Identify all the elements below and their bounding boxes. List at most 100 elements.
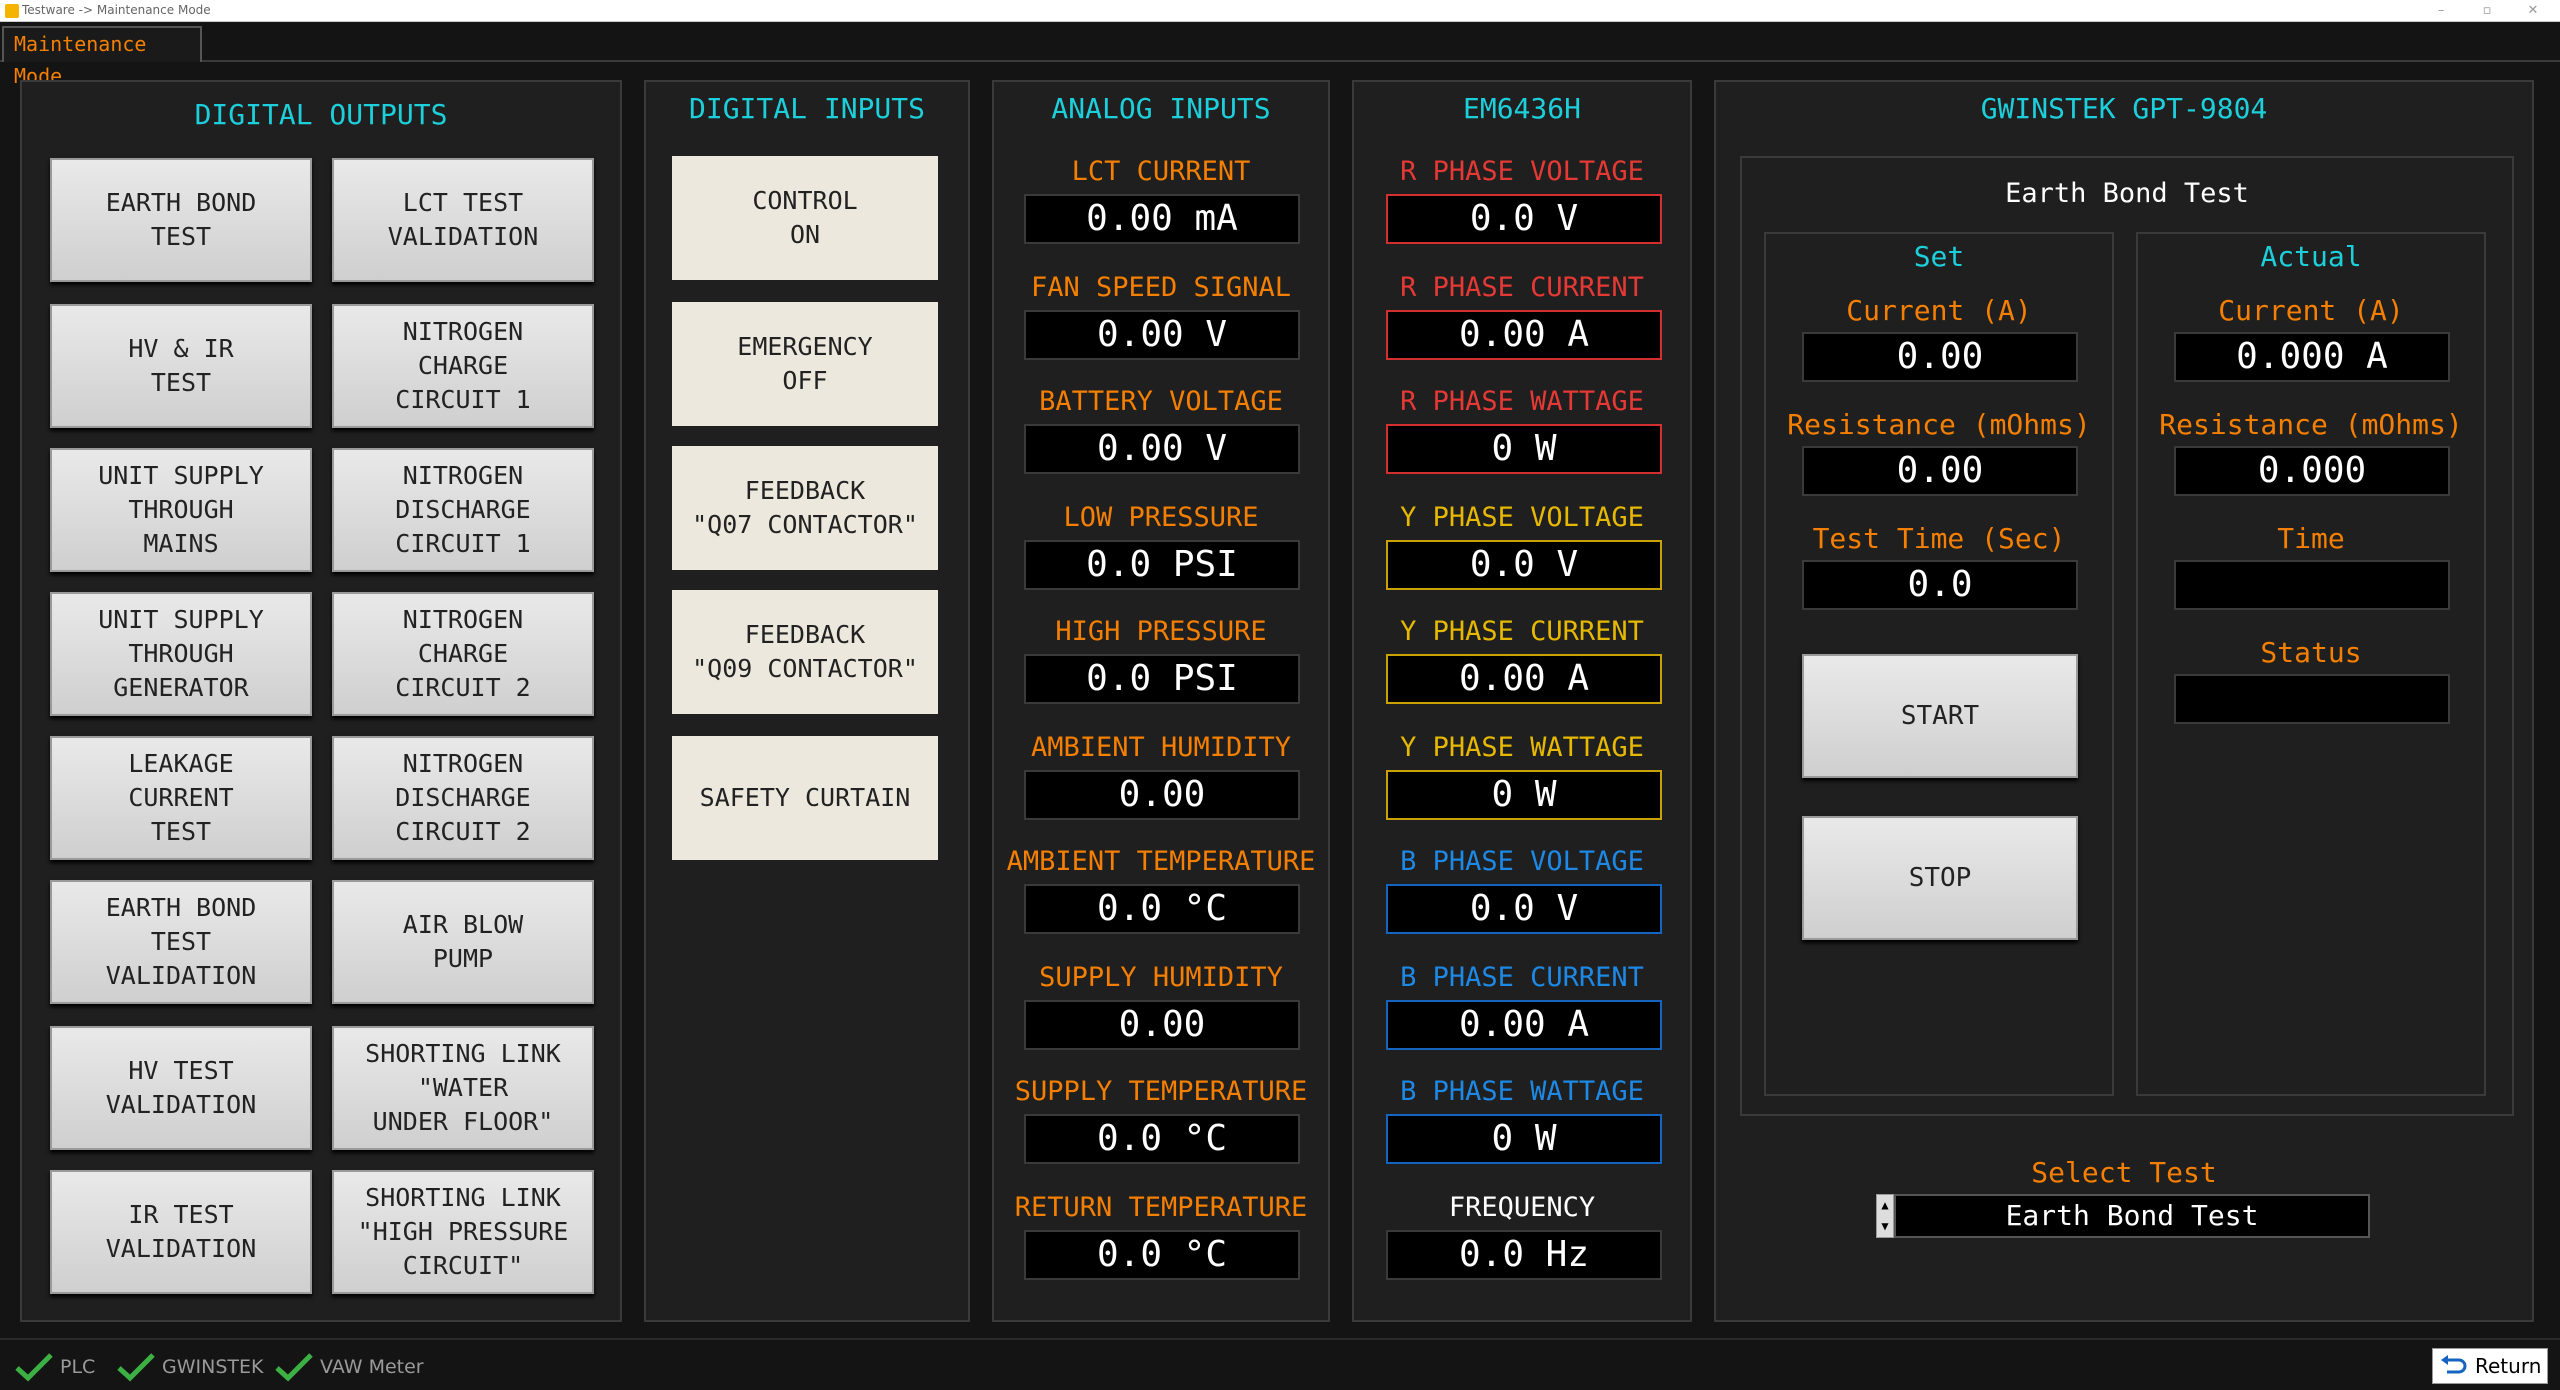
- em-label: B PHASE VOLTAGE: [1400, 846, 1644, 877]
- digital-inputs-title: DIGITAL INPUTS: [688, 92, 925, 125]
- status-plc: PLC: [14, 1352, 95, 1382]
- gwinstek-title: GWINSTEK GPT-9804: [1980, 92, 2268, 125]
- window-title: Testware -> Maintenance Mode: [22, 3, 211, 17]
- actual-resistance-label: Resistance (mOhms): [2159, 408, 2463, 441]
- em-value: 0.00 A: [1386, 654, 1662, 704]
- em-value: 0.0 Hz: [1386, 1230, 1662, 1280]
- ai-label: LCT CURRENT: [1071, 156, 1251, 187]
- analog-inputs-title: ANALOG INPUTS: [1051, 92, 1271, 125]
- spin-down-icon[interactable]: ▼: [1877, 1216, 1893, 1237]
- digital-inputs-panel: DIGITAL INPUTS CONTROL ON EMERGENCY OFF …: [644, 80, 970, 1322]
- set-resistance-value[interactable]: 0.00: [1802, 446, 2078, 496]
- em-value: 0.0 V: [1386, 540, 1662, 590]
- do-button[interactable]: NITROGEN CHARGE CIRCUIT 1: [332, 304, 594, 428]
- di-indicator: CONTROL ON: [672, 156, 938, 280]
- actual-resistance-value: 0.000: [2174, 446, 2450, 496]
- em-label: Y PHASE WATTAGE: [1400, 732, 1644, 763]
- do-button[interactable]: UNIT SUPPLY THROUGH GENERATOR: [50, 592, 312, 716]
- check-icon: [117, 1353, 155, 1382]
- set-current-label: Current (A): [1846, 294, 2032, 327]
- em-label: B PHASE CURRENT: [1400, 962, 1644, 993]
- ai-label: SUPPLY TEMPERATURE: [1014, 1076, 1308, 1107]
- do-button[interactable]: EARTH BOND TEST: [50, 158, 312, 282]
- return-arrow-icon: [2441, 1355, 2467, 1374]
- em-value: 0.0 V: [1386, 884, 1662, 934]
- check-icon: [275, 1353, 313, 1382]
- actual-time-value: [2174, 560, 2450, 610]
- set-time-value[interactable]: 0.0: [1802, 560, 2078, 610]
- actual-current-value: 0.000 A: [2174, 332, 2450, 382]
- do-button[interactable]: NITROGEN DISCHARGE CIRCUIT 2: [332, 736, 594, 860]
- ai-value: 0.00 mA: [1024, 194, 1300, 244]
- spin-up-icon[interactable]: ▲: [1877, 1195, 1893, 1216]
- em-label: R PHASE WATTAGE: [1400, 386, 1644, 417]
- ai-value: 0.00: [1024, 1000, 1300, 1050]
- maximize-button[interactable]: ▫: [2464, 0, 2510, 22]
- di-indicator: FEEDBACK "Q07 CONTACTOR": [672, 446, 938, 570]
- em-label: FREQUENCY: [1448, 1192, 1596, 1223]
- em-label: Y PHASE CURRENT: [1400, 616, 1644, 647]
- set-current-value[interactable]: 0.00: [1802, 332, 2078, 382]
- do-button[interactable]: NITROGEN DISCHARGE CIRCUIT 1: [332, 448, 594, 572]
- ai-value: 0.00: [1024, 770, 1300, 820]
- window-titlebar: Testware -> Maintenance Mode – ▫ ✕: [0, 0, 2560, 22]
- do-button[interactable]: IR TEST VALIDATION: [50, 1170, 312, 1294]
- do-button[interactable]: HV TEST VALIDATION: [50, 1026, 312, 1150]
- em-value: 0.00 A: [1386, 1000, 1662, 1050]
- do-button[interactable]: LEAKAGE CURRENT TEST: [50, 736, 312, 860]
- return-label: Return: [2475, 1354, 2542, 1378]
- digital-outputs-panel: DIGITAL OUTPUTS EARTH BOND TEST HV & IR …: [20, 80, 622, 1322]
- close-button[interactable]: ✕: [2510, 0, 2556, 22]
- ai-label: FAN SPEED SIGNAL: [1030, 272, 1292, 303]
- earth-bond-test-group: Earth Bond Test Set Current (A) 0.00 Res…: [1740, 156, 2514, 1116]
- tab-maintenance-mode[interactable]: Maintenance Mode: [2, 26, 202, 88]
- do-button[interactable]: SHORTING LINK "WATER UNDER FLOOR": [332, 1026, 594, 1150]
- status-label: VAW Meter: [320, 1356, 424, 1378]
- gwinstek-panel: GWINSTEK GPT-9804 Earth Bond Test Set Cu…: [1714, 80, 2534, 1322]
- do-button[interactable]: EARTH BOND TEST VALIDATION: [50, 880, 312, 1004]
- status-label: GWINSTEK: [162, 1356, 264, 1378]
- analog-inputs-panel: ANALOG INPUTS LCT CURRENT 0.00 mA FAN SP…: [992, 80, 1330, 1322]
- em-label: R PHASE VOLTAGE: [1400, 156, 1644, 187]
- em-value: 0 W: [1386, 1114, 1662, 1164]
- actual-title: Actual: [2260, 240, 2362, 273]
- em-value: 0 W: [1386, 770, 1662, 820]
- em-label: Y PHASE VOLTAGE: [1400, 502, 1644, 533]
- ai-value: 0.0 PSI: [1024, 654, 1300, 704]
- ai-value: 0.0 °C: [1024, 1230, 1300, 1280]
- ai-value: 0.00 V: [1024, 310, 1300, 360]
- actual-time-label: Time: [2277, 522, 2345, 555]
- do-button[interactable]: HV & IR TEST: [50, 304, 312, 428]
- ai-label: LOW PRESSURE: [1063, 502, 1259, 533]
- ai-label: AMBIENT HUMIDITY: [1030, 732, 1292, 763]
- ai-label: BATTERY VOLTAGE: [1039, 386, 1283, 417]
- select-test-field[interactable]: Earth Bond Test: [1894, 1194, 2370, 1238]
- do-button[interactable]: AIR BLOW PUMP: [332, 880, 594, 1004]
- stop-button[interactable]: STOP: [1802, 816, 2078, 940]
- do-button[interactable]: UNIT SUPPLY THROUGH MAINS: [50, 448, 312, 572]
- set-time-label: Test Time (Sec): [1812, 522, 2066, 555]
- actual-status-label: Status: [2260, 636, 2362, 669]
- di-indicator: EMERGENCY OFF: [672, 302, 938, 426]
- actual-group: Actual Current (A) 0.000 A Resistance (m…: [2136, 232, 2486, 1096]
- digital-outputs-title: DIGITAL OUTPUTS: [194, 98, 448, 131]
- do-button[interactable]: NITROGEN CHARGE CIRCUIT 2: [332, 592, 594, 716]
- em6436h-title: EM6436H: [1462, 92, 1581, 125]
- set-title: Set: [1913, 240, 1965, 273]
- spin-buttons[interactable]: ▲ ▼: [1876, 1194, 1894, 1238]
- start-button[interactable]: START: [1802, 654, 2078, 778]
- status-bar: PLC GWINSTEK VAW Meter Return: [0, 1338, 2560, 1390]
- em-value: 0 W: [1386, 424, 1662, 474]
- minimize-button[interactable]: –: [2418, 0, 2464, 22]
- do-button[interactable]: LCT TEST VALIDATION: [332, 158, 594, 282]
- test-title: Earth Bond Test: [2005, 178, 2249, 209]
- status-vaw-meter: VAW Meter: [274, 1352, 424, 1382]
- ai-value: 0.00 V: [1024, 424, 1300, 474]
- set-resistance-label: Resistance (mOhms): [1787, 408, 2091, 441]
- ai-value: 0.0 °C: [1024, 1114, 1300, 1164]
- select-test-spinbox[interactable]: ▲ ▼ Earth Bond Test: [1876, 1194, 2370, 1238]
- check-icon: [15, 1353, 53, 1382]
- ai-label: SUPPLY HUMIDITY: [1039, 962, 1283, 993]
- return-button[interactable]: Return: [2432, 1348, 2548, 1384]
- do-button[interactable]: SHORTING LINK "HIGH PRESSURE CIRCUIT": [332, 1170, 594, 1294]
